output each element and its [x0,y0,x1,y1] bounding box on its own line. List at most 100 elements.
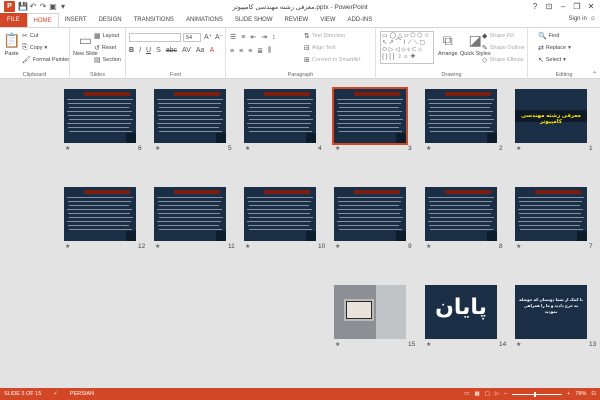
slide-thumbnail[interactable] [425,89,497,143]
tab-file[interactable]: FILE [0,13,27,27]
slide-thumbnail[interactable] [334,187,406,241]
shape-fill-button[interactable]: ◆ Shape Fill [482,32,514,40]
spellcheck-icon[interactable]: ✓ [53,391,58,397]
spacing-icon[interactable]: AV [182,47,191,54]
copy-button[interactable]: ⎘ Copy ▾ [22,44,47,52]
tab-insert[interactable]: INSERT [59,13,93,27]
zoom-slider[interactable] [512,391,563,397]
transition-star-icon[interactable]: ★ [245,243,250,250]
reset-button[interactable]: ↺ Reset [94,44,116,52]
normal-view-icon[interactable]: ▭ [464,391,469,397]
redo-icon[interactable]: ↷ [38,2,48,11]
align-right-icon[interactable]: ≡ [248,48,252,55]
increase-indent-icon[interactable]: ⇥ [261,33,267,41]
zoom-slider-handle[interactable] [534,391,537,397]
shape-outline-button[interactable]: ✎ Shape Outline [482,44,525,52]
customize-toolbar-icon[interactable]: ▾ [58,2,68,11]
slide-thumbnail[interactable]: با کمک از شما دوستان که حوصله به خرج داد… [515,285,587,339]
slide-thumbnail[interactable] [332,87,408,145]
columns-icon[interactable]: ⫼ [268,47,271,55]
slide-thumbnail[interactable] [154,187,226,241]
find-button[interactable]: 🔍 Find [538,32,559,40]
shapes-gallery[interactable]: ▭ ◯ △ ▱ ⬠ ⬡ ☆ ↖ ↗ ⌒ ⌇ ⟋ ⟍ ▢ ⬭ ▷ ◁ ⬦ ⬨ ⊂ ⌂{… [380,31,434,64]
transition-star-icon[interactable]: ★ [426,145,431,152]
select-button[interactable]: ↖ Select ▾ [538,56,566,64]
change-case-icon[interactable]: Aa [196,47,205,54]
slide-thumbnail[interactable] [64,89,136,143]
font-color-icon[interactable]: A [209,47,214,54]
transition-star-icon[interactable]: ★ [65,145,70,152]
slide-thumbnail[interactable]: پایان [425,285,497,339]
undo-icon[interactable]: ↶ [28,2,38,11]
align-left-icon[interactable]: ≡ [230,48,234,55]
sign-in-link[interactable]: Sign in [569,16,587,22]
transition-star-icon[interactable]: ★ [426,341,431,348]
transition-star-icon[interactable]: ★ [335,243,340,250]
user-icon[interactable]: ☺ [590,16,596,22]
layout-button[interactable]: ▦ Layout [94,32,119,40]
slide-thumbnail[interactable] [154,89,226,143]
tab-add-ins[interactable]: ADD-INS [342,13,379,27]
restore-button[interactable]: ❐ [570,0,584,13]
section-button[interactable]: ▤ Section [94,56,121,64]
bullets-icon[interactable]: ☰ [230,33,236,41]
italic-icon[interactable]: I [139,47,141,54]
justify-icon[interactable]: ≣ [257,47,263,55]
slide-thumbnail[interactable] [64,187,136,241]
font-name-input[interactable] [129,33,181,42]
grow-font-button[interactable]: A⁺ [204,33,212,41]
numbering-icon[interactable]: ≡ [241,34,245,41]
transition-star-icon[interactable]: ★ [155,243,160,250]
tab-view[interactable]: VIEW [314,13,341,27]
collapse-ribbon-icon[interactable]: ⌃ [592,71,597,78]
transition-star-icon[interactable]: ★ [516,243,521,250]
slide-thumbnail[interactable]: معرفی رشته مهندسی کامپیوتر [515,89,587,143]
zoom-in-button[interactable]: + [567,391,570,397]
line-spacing-icon[interactable]: ↕ [272,34,276,41]
ribbon-display-icon[interactable]: ⊡ [542,0,556,13]
paste-button[interactable]: 📋 Paste [3,32,20,57]
text-direction-button[interactable]: ⇅ Text Direction [304,32,345,40]
shadow-icon[interactable]: S [156,47,161,54]
close-button[interactable]: ✕ [584,0,598,13]
slideshow-view-icon[interactable]: ▷ [495,391,499,397]
slide-sorter[interactable]: معرفی رشته مهندسی کامپیوتر 1 ★ 2 ★ 3 ★ 4 ★ 5 ★ 6 ★ 7 ★… [0,79,600,388]
tab-animations[interactable]: ANIMATIONS [180,13,229,27]
minimize-button[interactable]: – [556,0,570,13]
reading-view-icon[interactable]: ▢ [485,391,490,397]
slide-thumbnail[interactable] [515,187,587,241]
replace-button[interactable]: ⇄ Replace ▾ [538,44,571,52]
transition-star-icon[interactable]: ★ [245,145,250,152]
shape-effects-button[interactable]: ◇ Shape Effects [482,56,524,64]
slide-thumbnail[interactable] [244,187,316,241]
bold-icon[interactable]: B [129,47,134,54]
shrink-font-button[interactable]: A⁻ [215,33,223,41]
save-icon[interactable]: 💾 [18,2,28,11]
align-text-button[interactable]: ⊟ Align Text [304,44,336,52]
underline-icon[interactable]: U [146,47,151,54]
smartart-button[interactable]: ⊞ Convert to SmartArt [304,56,360,64]
fit-slide-icon[interactable]: ⊡ [591,391,596,397]
slide-thumbnail[interactable] [334,285,406,339]
start-slideshow-icon[interactable]: ▣ [48,2,58,11]
transition-star-icon[interactable]: ★ [516,145,521,152]
zoom-level[interactable]: 78% [575,391,586,397]
cut-button[interactable]: ✂ Cut [22,32,38,40]
transition-star-icon[interactable]: ★ [426,243,431,250]
transition-star-icon[interactable]: ★ [335,341,340,348]
transition-star-icon[interactable]: ★ [335,145,340,152]
align-center-icon[interactable]: ≡ [239,48,243,55]
slide-sorter-view-icon[interactable]: ▦ [474,391,479,397]
tab-transitions[interactable]: TRANSITIONS [128,13,180,27]
tab-slide-show[interactable]: SLIDE SHOW [229,13,279,27]
tab-review[interactable]: REVIEW [279,13,315,27]
zoom-out-button[interactable]: – [504,391,507,397]
transition-star-icon[interactable]: ★ [65,243,70,250]
language-indicator[interactable]: PERSIAN [70,391,94,397]
transition-star-icon[interactable]: ★ [516,341,521,348]
format-painter-button[interactable]: 🖌 Format Painter [22,56,69,64]
tab-home[interactable]: HOME [26,13,59,27]
font-size-input[interactable]: 54 [183,33,201,42]
powerpoint-icon[interactable]: P [4,1,15,12]
slide-thumbnail[interactable] [244,89,316,143]
